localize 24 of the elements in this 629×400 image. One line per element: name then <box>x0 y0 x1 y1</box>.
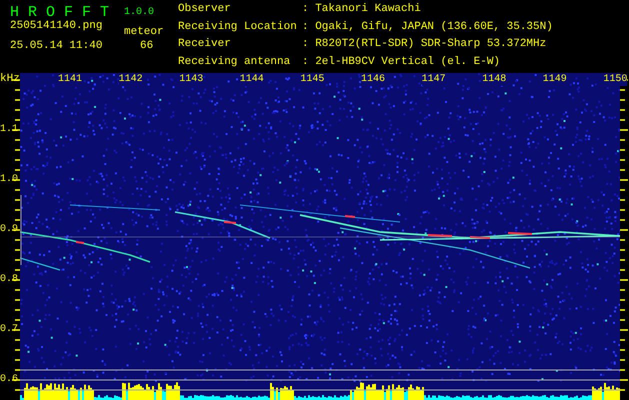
info-value: : Ogaki, Gifu, JAPAN (136.60E, 35.35N) <box>302 20 553 34</box>
filename-label: 2505141140.png <box>10 20 102 33</box>
meteor-count: 66 <box>140 40 154 53</box>
info-label: Receiver <box>178 38 232 52</box>
x-axis-label: 1145 <box>300 74 324 86</box>
x-axis-label: 1147 <box>422 74 446 86</box>
x-axis-label: 1150 <box>603 74 628 86</box>
y-axis-label: 0.7 <box>0 324 18 336</box>
unit-label: kHz <box>0 73 20 85</box>
info-value: : 2el-HB9CV Vertical (el. E-W) <box>302 56 502 70</box>
timestamp-label: 25.05.14 11:40 <box>10 40 102 53</box>
info-value: : Takanori Kawachi <box>302 3 422 17</box>
info-label: Receiving Location <box>178 20 298 34</box>
app-title: H R O F F T <box>10 4 110 21</box>
version-label: 1.0.0 <box>124 6 154 19</box>
info-label: Receiving antenna <box>178 56 292 70</box>
x-axis-label: 1146 <box>361 74 386 86</box>
meteor-label: meteor <box>124 26 164 39</box>
x-axis-label: 1144 <box>240 74 264 86</box>
x-axis-label: 1142 <box>118 74 143 86</box>
x-axis-label: 1141 <box>58 74 82 86</box>
x-axis-label: 1148 <box>482 74 506 86</box>
info-label: Observer <box>178 3 232 17</box>
info-value: : R820T2(RTL-SDR) SDR-Sharp 53.372MHz <box>302 38 548 52</box>
